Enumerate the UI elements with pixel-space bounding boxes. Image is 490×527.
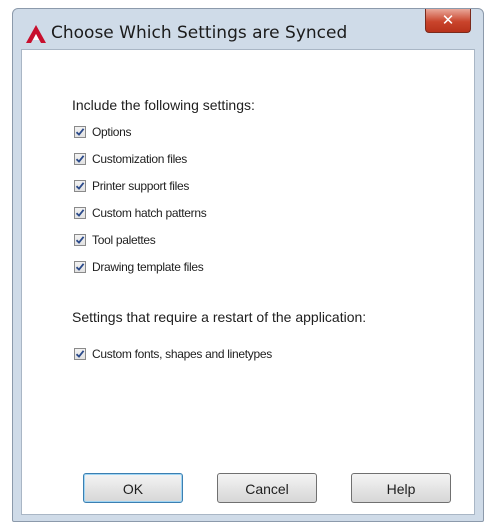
checkbox-options[interactable]: Options: [74, 124, 132, 140]
checkbox-box[interactable]: [74, 207, 86, 219]
checkbox-tool-palettes[interactable]: Tool palettes: [74, 232, 156, 248]
settings-sync-dialog: Choose Which Settings are Synced ✕ Inclu…: [12, 8, 484, 522]
checkbox-drawing-template-files[interactable]: Drawing template files: [74, 259, 204, 275]
cancel-button[interactable]: Cancel: [217, 473, 317, 503]
checkmark-icon: [75, 263, 85, 271]
checkmark-icon: [75, 209, 85, 217]
checkbox-label: Customization files: [92, 152, 188, 166]
autocad-logo-icon: [26, 25, 46, 43]
checkbox-customization-files[interactable]: Customization files: [74, 151, 187, 167]
close-button[interactable]: ✕: [425, 9, 471, 33]
checkbox-box[interactable]: [74, 261, 86, 273]
checkbox-box[interactable]: [74, 180, 86, 192]
checkbox-label: Printer support files: [92, 179, 190, 193]
help-button[interactable]: Help: [351, 473, 451, 503]
dialog-body: Include the following settings: Options …: [21, 49, 475, 515]
checkbox-label: Custom hatch patterns: [92, 206, 207, 220]
checkbox-box[interactable]: [74, 126, 86, 138]
checkmark-icon: [75, 350, 85, 358]
checkbox-label: Tool palettes: [92, 233, 156, 247]
window-title: Choose Which Settings are Synced: [51, 23, 348, 43]
include-settings-heading: Include the following settings:: [72, 97, 255, 113]
close-icon: ✕: [441, 11, 455, 29]
checkmark-icon: [75, 182, 85, 190]
checkbox-label: Options: [92, 125, 132, 139]
checkbox-custom-fonts-shapes-linetypes[interactable]: Custom fonts, shapes and linetypes: [74, 346, 272, 362]
checkmark-icon: [75, 155, 85, 163]
checkbox-label: Drawing template files: [92, 260, 204, 274]
ok-button[interactable]: OK: [83, 473, 183, 503]
checkbox-custom-hatch-patterns[interactable]: Custom hatch patterns: [74, 205, 207, 221]
checkbox-label: Custom fonts, shapes and linetypes: [92, 347, 272, 361]
checkbox-box[interactable]: [74, 348, 86, 360]
checkmark-icon: [75, 236, 85, 244]
title-bar[interactable]: Choose Which Settings are Synced ✕: [13, 9, 483, 53]
checkbox-printer-support-files[interactable]: Printer support files: [74, 178, 189, 194]
checkbox-box[interactable]: [74, 153, 86, 165]
checkmark-icon: [75, 128, 85, 136]
checkbox-box[interactable]: [74, 234, 86, 246]
restart-settings-heading: Settings that require a restart of the a…: [72, 309, 367, 325]
